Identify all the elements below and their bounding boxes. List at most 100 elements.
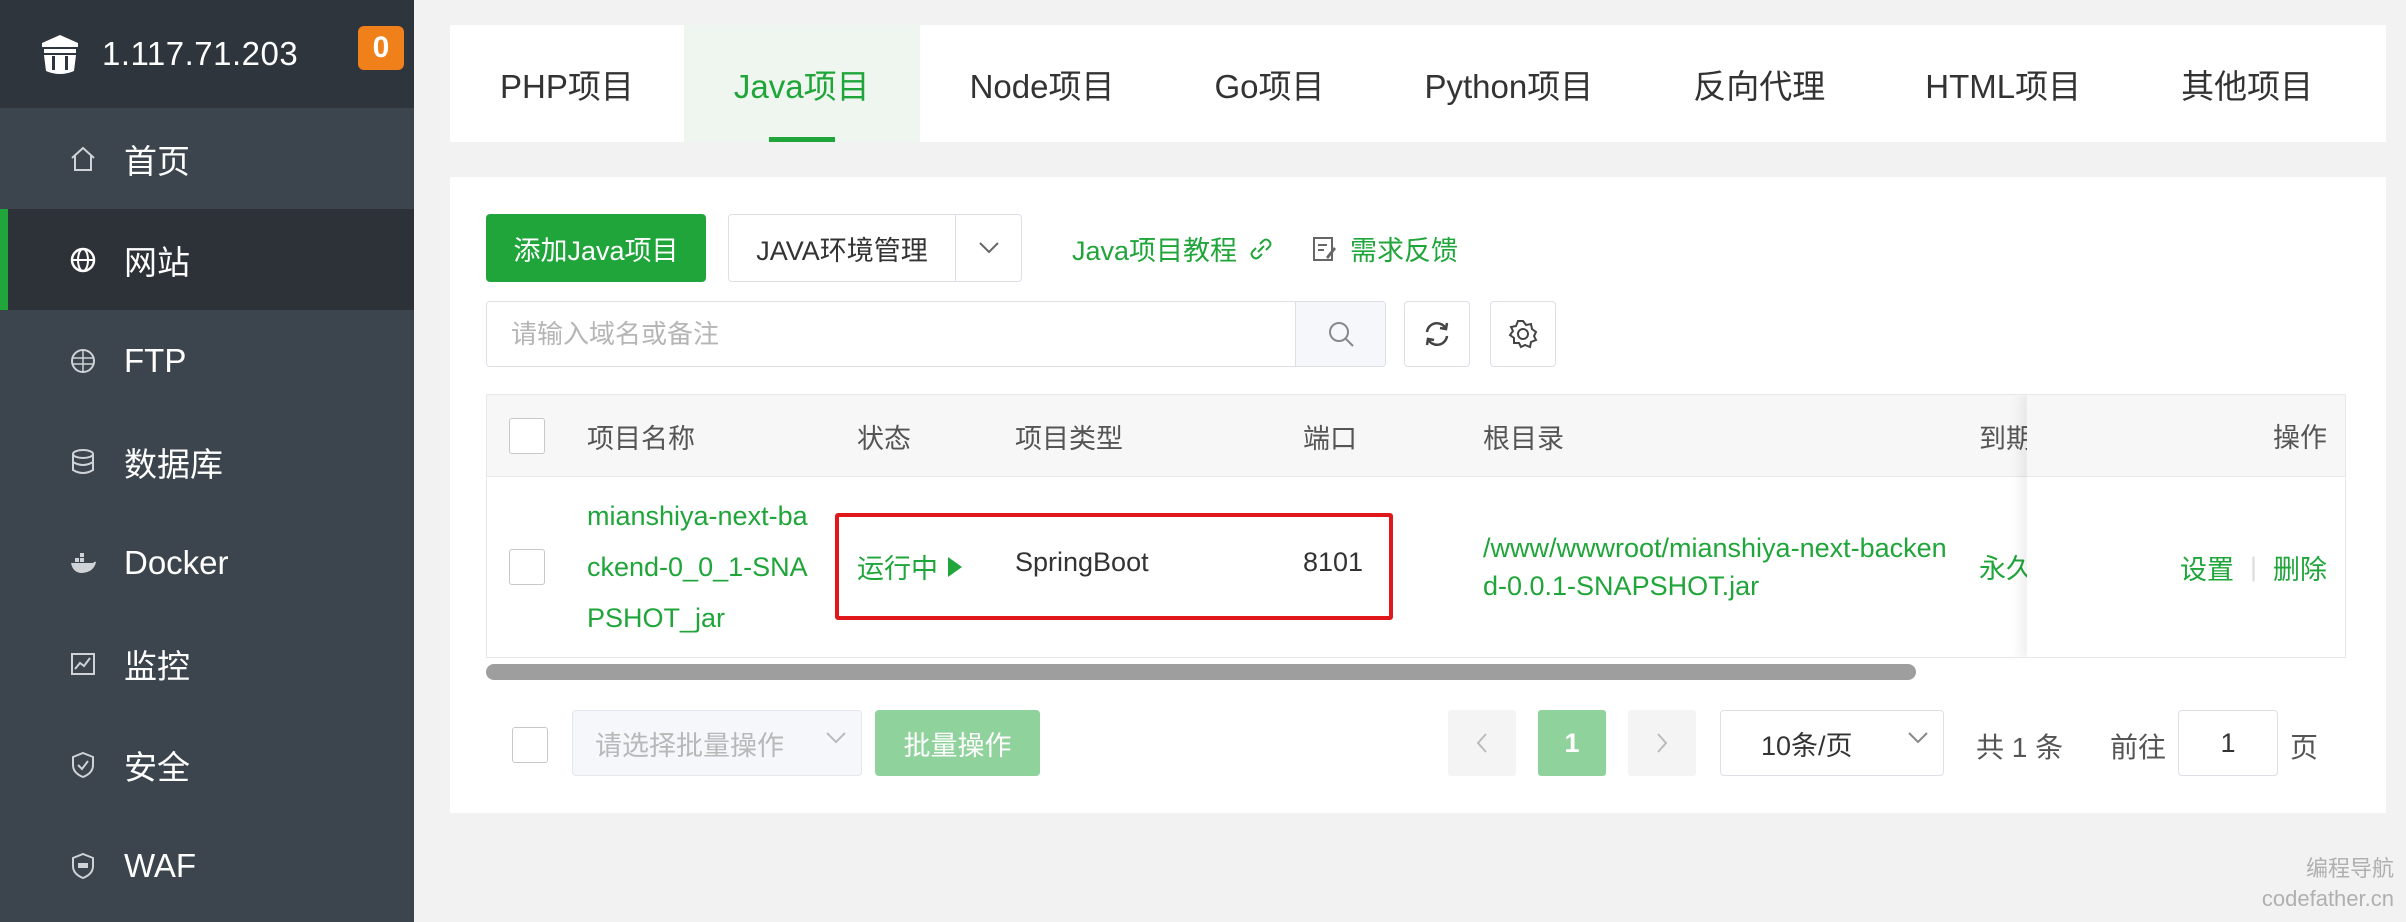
prev-page-button[interactable] [1448, 710, 1516, 776]
database-icon [68, 447, 98, 477]
notification-badge[interactable]: 0 [358, 26, 404, 70]
settings-button[interactable] [1490, 301, 1556, 367]
sidebar-item-label: 安全 [124, 748, 190, 786]
add-java-project-button[interactable]: 添加Java项目 [486, 214, 706, 282]
main-panel: 添加Java项目 JAVA环境管理 Java项目教程 需求反馈 请输入域名或备注… [450, 177, 2386, 813]
page-suffix: 页 [2290, 732, 2319, 763]
sidebar-item-label: 首页 [124, 142, 190, 180]
sidebar-header: 1.117.71.203 0 [0, 0, 414, 108]
sidebar-item-label: FTP [124, 341, 187, 379]
page-size-value: 10条/页 [1761, 730, 1853, 761]
select-all-cell [509, 395, 545, 477]
tab-node[interactable]: Node项目 [920, 25, 1165, 142]
chevron-right-icon [1657, 733, 1668, 753]
sidebar-item-website[interactable]: 网站 [0, 209, 414, 310]
chevron-left-icon [1476, 733, 1487, 753]
sidebar: 1.117.71.203 0 首页 网站 FTP 数据库 Docker 监控 安… [0, 0, 414, 922]
scrollbar-thumb[interactable] [486, 664, 1916, 680]
project-table: 项目名称 状态 项目类型 端口 根目录 到期 mianshiya-next-ba… [486, 394, 2346, 658]
col-header-port[interactable]: 端口 [1303, 395, 1357, 477]
sidebar-menu: 首页 网站 FTP 数据库 Docker 监控 安全 WAF [0, 108, 414, 916]
java-env-dropdown[interactable]: JAVA环境管理 [728, 214, 1022, 282]
link-icon [1250, 238, 1272, 259]
goto-label: 前往 [2110, 732, 2167, 763]
ops-divider: | [2249, 551, 2257, 582]
gear-icon [1508, 320, 1538, 349]
tab-html[interactable]: HTML项目 [1875, 25, 2131, 142]
monitor-icon [68, 649, 98, 679]
goto-page-input[interactable]: 1 [2178, 710, 2278, 776]
sidebar-item-ftp[interactable]: FTP [0, 310, 414, 411]
col-header-expire[interactable]: 到期 [1979, 395, 2033, 477]
search-box [486, 301, 1386, 367]
sidebar-item-label: 数据库 [124, 445, 223, 483]
feedback-label: 需求反馈 [1350, 236, 1458, 266]
tab-python[interactable]: Python项目 [1375, 25, 1644, 142]
batch-select-placeholder: 请选择批量操作 [595, 730, 784, 761]
row-checkbox[interactable] [509, 549, 545, 585]
home-icon [68, 144, 98, 174]
java-tutorial-label: Java项目教程 [1072, 236, 1238, 266]
batch-operation-button[interactable]: 批量操作 [875, 710, 1040, 776]
chevron-down-icon [826, 732, 846, 744]
col-header-status[interactable]: 状态 [857, 395, 911, 477]
ops-column: 操作 设置 | 删除 [2027, 395, 2345, 657]
col-header-root[interactable]: 根目录 [1483, 395, 1564, 477]
select-all-checkbox[interactable] [509, 418, 545, 454]
settings-link[interactable]: 设置 [2180, 548, 2234, 587]
edit-note-icon [1313, 236, 1336, 261]
project-root-link[interactable]: /www/wwwroot/mianshiya-next-backend-0.0.… [1483, 529, 1953, 605]
watermark-line1: 编程导航 [2305, 856, 2394, 881]
refresh-icon [1425, 322, 1449, 346]
sidebar-item-label: WAF [124, 846, 197, 884]
feedback-link[interactable]: 需求反馈 [1310, 229, 1458, 268]
sidebar-item-label: 监控 [124, 647, 190, 685]
docker-icon [68, 548, 98, 578]
row-ops: 设置 | 删除 [2027, 477, 2345, 657]
search-input[interactable] [487, 302, 1295, 366]
watermark: 编程导航 codefather.cn [2262, 854, 2394, 914]
annotation-highlight-box [835, 513, 1393, 620]
tab-reverse-proxy[interactable]: 反向代理 [1643, 25, 1875, 142]
java-tutorial-link[interactable]: Java项目教程 [1072, 229, 1275, 268]
sidebar-item-label: Docker [124, 543, 229, 581]
waf-icon [68, 851, 98, 881]
batch-operation-select[interactable]: 请选择批量操作 [572, 710, 862, 776]
sidebar-item-label: 网站 [124, 243, 190, 281]
refresh-button[interactable] [1404, 301, 1470, 367]
bt-logo-icon [42, 35, 78, 74]
chevron-down-icon[interactable] [955, 215, 1021, 281]
next-page-button[interactable] [1628, 710, 1696, 776]
chevron-down-icon [1908, 732, 1928, 744]
watermark-line2: codefather.cn [2261, 886, 2394, 911]
tab-php[interactable]: PHP项目 [450, 25, 684, 142]
search-icon [1328, 322, 1354, 347]
delete-link[interactable]: 删除 [2273, 548, 2327, 587]
sidebar-item-waf[interactable]: WAF [0, 815, 414, 916]
java-env-button[interactable]: JAVA环境管理 [729, 215, 955, 281]
row-checkbox-cell [509, 549, 545, 585]
shield-icon [68, 750, 98, 780]
batch-select-all-checkbox[interactable] [512, 727, 548, 763]
sidebar-item-docker[interactable]: Docker [0, 512, 414, 613]
tab-java[interactable]: Java项目 [683, 25, 920, 142]
page-1-button[interactable]: 1 [1538, 710, 1606, 776]
project-expire[interactable]: 永久 [1979, 547, 2033, 586]
col-header-ops: 操作 [2027, 395, 2345, 477]
search-button[interactable] [1295, 302, 1385, 366]
project-name-link[interactable]: mianshiya-next-backend-0_0_1-SNAPSHOT_ja… [587, 491, 817, 644]
sidebar-item-home[interactable]: 首页 [0, 108, 414, 209]
table-horizontal-scrollbar[interactable] [486, 662, 2346, 680]
globe-icon [68, 245, 98, 275]
tab-go[interactable]: Go项目 [1164, 25, 1374, 142]
sidebar-item-database[interactable]: 数据库 [0, 411, 414, 512]
col-header-name[interactable]: 项目名称 [587, 395, 695, 477]
server-ip: 1.117.71.203 [102, 35, 299, 72]
sidebar-item-monitor[interactable]: 监控 [0, 613, 414, 714]
sidebar-item-security[interactable]: 安全 [0, 714, 414, 815]
page-size-select[interactable]: 10条/页 [1720, 710, 1944, 776]
project-tabs: PHP项目 Java项目 Node项目 Go项目 Python项目 反向代理 H… [450, 25, 2386, 142]
tab-other[interactable]: 其他项目 [2131, 25, 2363, 142]
ftp-icon [68, 346, 98, 376]
col-header-type[interactable]: 项目类型 [1015, 395, 1123, 477]
